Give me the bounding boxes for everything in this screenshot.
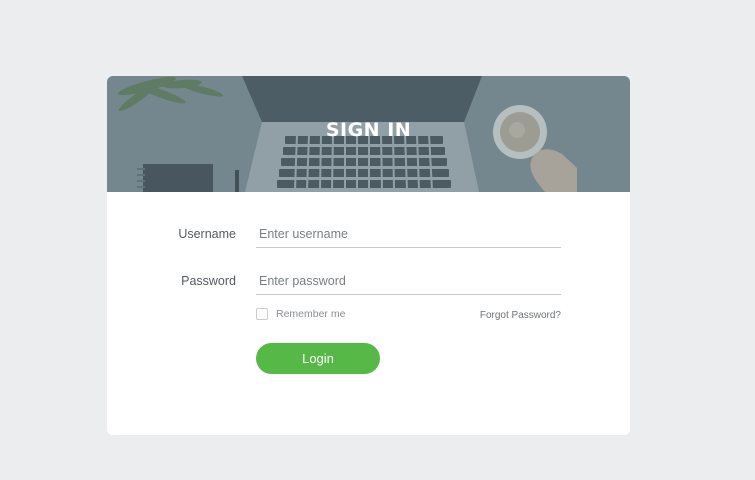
remember-me-label[interactable]: Remember me (276, 308, 345, 321)
username-input[interactable] (256, 220, 561, 248)
forgot-password-link[interactable]: Forgot Password? (447, 309, 561, 322)
username-label: Username (178, 227, 236, 241)
login-button[interactable]: Login (256, 343, 380, 374)
password-label: Password (181, 274, 236, 288)
sign-in-banner: SIGN IN (107, 76, 630, 192)
remember-me-checkbox[interactable] (256, 308, 268, 320)
sign-in-card: SIGN IN Username Password Remember me Fo… (107, 76, 630, 435)
password-input[interactable] (256, 267, 561, 295)
page-title: SIGN IN (325, 119, 412, 141)
